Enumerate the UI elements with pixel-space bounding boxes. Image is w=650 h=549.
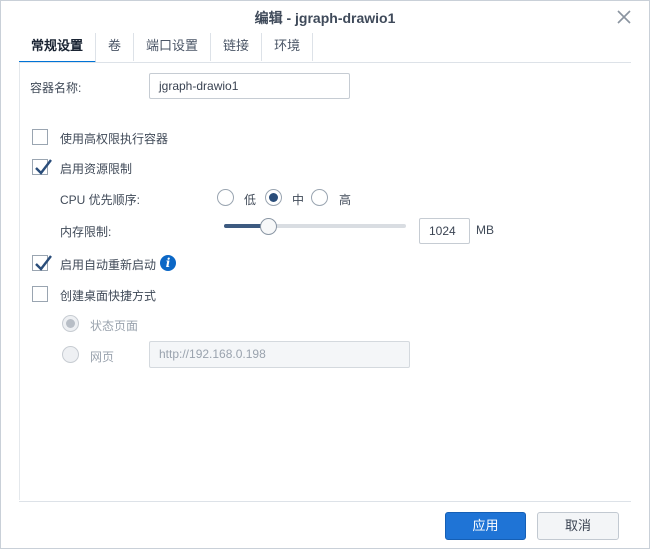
container-name-label: 容器名称: — [30, 81, 82, 95]
cpu-priority-low-label: 低 — [244, 193, 257, 207]
desktop-shortcut-label: 创建桌面快捷方式 — [60, 289, 157, 303]
cpu-priority-high-radio[interactable] — [311, 189, 328, 206]
title-bar: 编辑 - jgraph-drawio1 — [1, 1, 649, 33]
shortcut-status-page-label: 状态页面 — [90, 319, 139, 333]
tab-links[interactable]: 链接 — [211, 33, 263, 61]
memory-limit-input[interactable]: 1024 — [419, 218, 470, 244]
memory-unit-label: MB — [476, 223, 494, 237]
cpu-priority-label: CPU 优先顺序: — [60, 193, 141, 207]
tab-environment[interactable]: 环境 — [262, 33, 314, 61]
auto-restart-label: 启用自动重新启动 — [60, 258, 157, 272]
high-privilege-label: 使用高权限执行容器 — [60, 132, 169, 146]
memory-slider-thumb[interactable] — [260, 218, 277, 235]
tab-port-settings[interactable]: 端口设置 — [134, 33, 212, 61]
auto-restart-checkbox[interactable] — [32, 255, 52, 271]
shortcut-url-input[interactable]: http://192.168.0.198 — [149, 341, 410, 368]
shortcut-webpage-label: 网页 — [90, 350, 115, 364]
info-icon[interactable]: i — [160, 255, 176, 271]
tab-general-settings[interactable]: 常规设置 — [19, 33, 97, 63]
cpu-priority-medium-radio[interactable] — [265, 189, 282, 206]
tab-volume[interactable]: 卷 — [96, 33, 135, 61]
high-privilege-checkbox[interactable] — [32, 129, 48, 145]
desktop-shortcut-checkbox[interactable] — [32, 286, 48, 302]
cpu-priority-high-label: 高 — [339, 193, 352, 207]
footer-divider — [19, 501, 631, 502]
cpu-priority-medium-label: 中 — [292, 193, 305, 207]
close-icon[interactable] — [615, 8, 633, 26]
cpu-priority-low-radio[interactable] — [217, 189, 234, 206]
apply-button[interactable]: 应用 — [445, 512, 526, 540]
dialog-title: 编辑 - jgraph-drawio1 — [254, 10, 396, 26]
edit-container-dialog: 编辑 - jgraph-drawio1 常规设置 卷 端口设置 链接 环境 容器… — [0, 0, 650, 549]
resource-limit-checkbox[interactable] — [32, 159, 52, 175]
checkmark-icon — [35, 159, 52, 175]
resource-limit-label: 启用资源限制 — [60, 162, 133, 176]
memory-limit-label: 内存限制: — [60, 225, 112, 239]
checkmark-icon — [35, 255, 52, 271]
shortcut-webpage-radio[interactable] — [62, 346, 79, 363]
tab-bar: 常规设置 卷 端口设置 链接 环境 — [19, 33, 314, 63]
shortcut-status-page-radio[interactable] — [62, 315, 79, 332]
container-name-input[interactable]: jgraph-drawio1 — [149, 73, 350, 99]
cancel-button[interactable]: 取消 — [537, 512, 619, 540]
general-settings-panel: 容器名称: jgraph-drawio1 使用高权限执行容器 启用资源限制 CP… — [19, 63, 633, 500]
